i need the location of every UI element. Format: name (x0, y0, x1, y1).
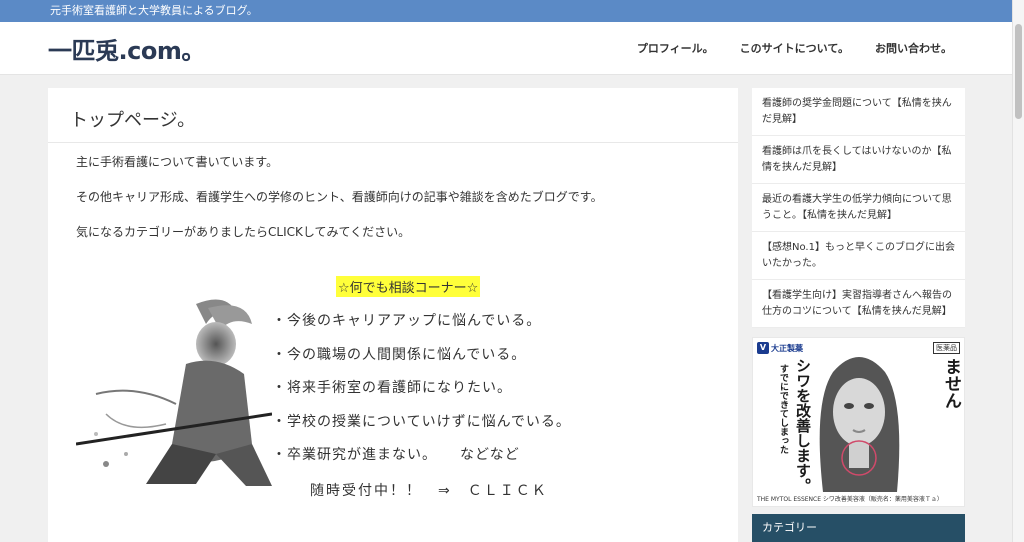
consult-topics: ・今後のキャリアアップに悩んでいる。 ・今の職場の人間関係に悩んでいる。 ・将来… (272, 310, 571, 478)
scrollbar-thumb[interactable] (1015, 24, 1022, 119)
page-title: トップページ。 (48, 88, 738, 143)
consult-item: ・今の職場の人間関係に悩んでいる。 (272, 346, 527, 363)
recent-post-link[interactable]: 最近の看護大学生の低学力傾向について思うこと。【私情を挟んだ見解】 (752, 184, 965, 232)
nav-about-site[interactable]: このサイトについて。 (740, 40, 849, 56)
consult-banner[interactable]: ☆何でも相談コーナー☆ ・今後のキャリアアップに悩んでいる。 ・今の職場の人間関… (48, 264, 738, 542)
ad-footnote: THE MYTOL ESSENCE シワ改善美容液（販売名：薬用美容液Ｔａ） (757, 496, 943, 503)
recent-post-link[interactable]: 看護師の奨学金問題について【私情を挟んだ見解】 (752, 88, 965, 136)
consult-item: ・卒業研究が進まない。 などなど (272, 447, 520, 463)
consult-item: ・今後のキャリアアップに悩んでいる。 (272, 313, 542, 329)
site-header: 一匹兎.com。 プロフィール。 このサイトについて。 お問い合わせ。 (0, 22, 1024, 75)
top-bar: 元手術室看護師と大学教員によるブログ。 (0, 0, 1024, 22)
consult-click-note[interactable]: 随時受付中！！ ⇒ ＣＬＩＣＫ (310, 480, 548, 500)
ad-badge: 医薬品 (933, 342, 960, 354)
ad-subheadline: すでにできてしまった (778, 364, 788, 454)
main-nav: プロフィール。 このサイトについて。 お問い合わせ。 (637, 40, 952, 56)
intro-text: 主に手術看護について書いています。 その他キャリア形成、看護学生への学修のヒント… (48, 143, 738, 239)
nav-profile[interactable]: プロフィール。 (637, 40, 714, 56)
ad-portrait-illustration (819, 357, 900, 492)
intro-paragraph: その他キャリア形成、看護学生への学修のヒント、看護師向けの記事や雑談を含めたブロ… (76, 190, 603, 204)
sidebar: 看護師の奨学金問題について【私情を挟んだ見解】 看護師は爪を長くしてはいけないの… (752, 88, 965, 542)
rabbit-warrior-illustration (76, 299, 272, 486)
ad-banner[interactable]: V 大正製薬 医薬品 シワ予防ではありません シワを改善します。 すでにできてし… (752, 337, 965, 507)
page-scrollbar[interactable] (1012, 0, 1024, 542)
ad-headline-right: シワ予防ではありません (941, 358, 961, 409)
brand-logo-icon: V (757, 342, 769, 354)
intro-paragraph: 気になるカテゴリーがありましたらCLICKしてみてください。 (76, 225, 411, 239)
recent-post-link[interactable]: 【感想No.1】もっと早くこのブログに出会いたかった。 (752, 232, 965, 280)
site-title[interactable]: 一匹兎.com。 (48, 31, 205, 66)
intro-paragraph: 主に手術看護について書いています。 (76, 155, 279, 169)
ad-headline-left: シワを改善します。 (794, 358, 812, 493)
main-content: トップページ。 主に手術看護について書いています。 その他キャリア形成、看護学生… (48, 88, 738, 542)
consult-item: ・将来手術室の看護師になりたい。 (272, 380, 512, 396)
ad-brand: V 大正製薬 (757, 342, 803, 354)
consult-item: ・学校の授業についていけずに悩んでいる。 (272, 413, 571, 430)
recent-posts: 看護師の奨学金問題について【私情を挟んだ見解】 看護師は爪を長くしてはいけないの… (752, 88, 965, 328)
category-heading: カテゴリー (752, 514, 965, 542)
ad-brand-name: 大正製薬 (771, 343, 803, 353)
site-tagline: 元手術室看護師と大学教員によるブログ。 (50, 4, 258, 17)
recent-post-link[interactable]: 看護師は爪を長くしてはいけないのか【私情を挟んだ見解】 (752, 136, 965, 184)
consult-heading: ☆何でも相談コーナー☆ (336, 276, 481, 297)
recent-post-link[interactable]: 【看護学生向け】実習指導者さんへ報告の仕方のコツについて【私情を挟んだ見解】 (752, 280, 965, 328)
nav-contact[interactable]: お問い合わせ。 (875, 40, 952, 56)
